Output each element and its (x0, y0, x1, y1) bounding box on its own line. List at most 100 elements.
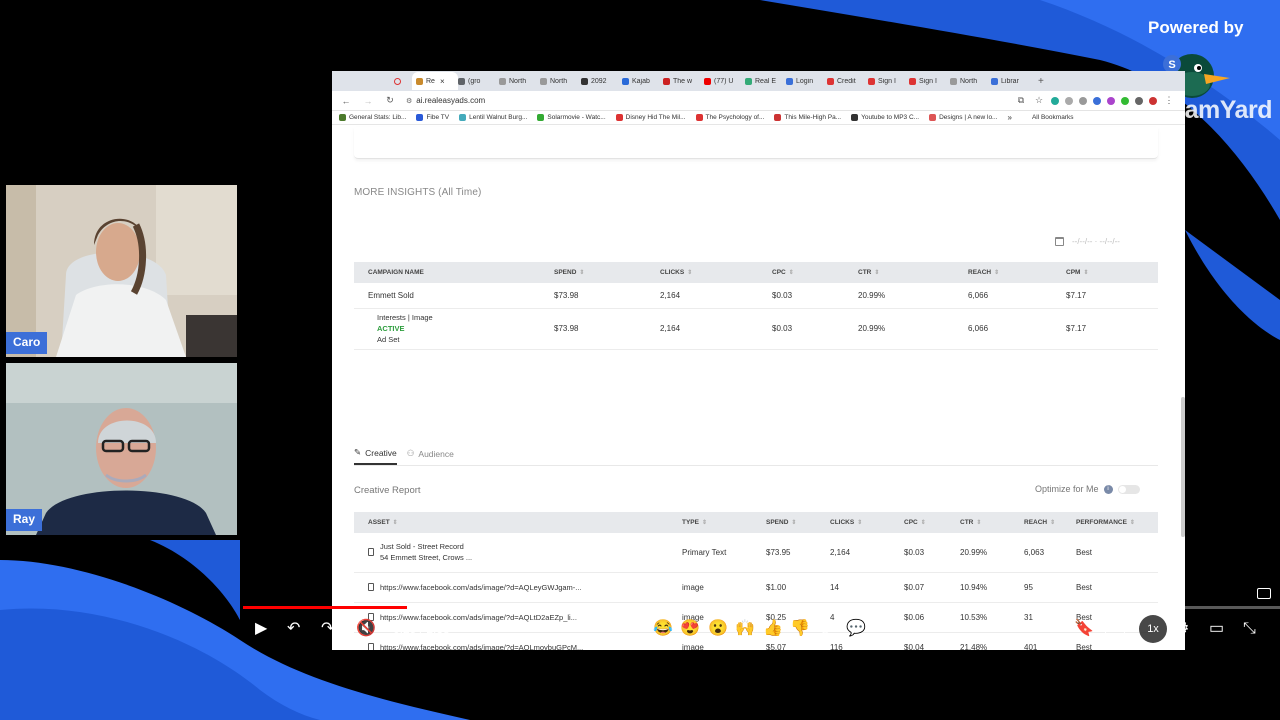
powered-by-label: Powered by (1148, 18, 1244, 37)
emoji-thumbs-down-button[interactable]: 👎 (790, 619, 810, 639)
browser-tab[interactable]: Sign I (909, 77, 950, 85)
browser-tab[interactable]: The w (663, 77, 704, 85)
extension-icon[interactable] (1065, 96, 1073, 105)
browser-tab[interactable]: 2092 (581, 77, 622, 85)
bookmarks-more-icon[interactable]: » (1007, 113, 1011, 122)
chat-icon[interactable]: 💬 (846, 619, 866, 639)
bookmark-item[interactable]: Designs | A new lo... (929, 114, 997, 121)
page-scrollbar[interactable] (1181, 397, 1185, 537)
captions-button[interactable]: CC (1105, 621, 1125, 635)
browser-tab[interactable]: North (950, 77, 991, 85)
tab-creative[interactable]: ✎ Creative (354, 447, 397, 465)
creative-reach: 6,063 (1024, 533, 1076, 573)
optimize-toggle[interactable] (1117, 484, 1140, 494)
emoji-thumbs-up-button[interactable]: 👍 (763, 619, 783, 639)
more-insights-title: MORE INSIGHTS (All Time) (354, 187, 482, 198)
new-tab-icon[interactable]: + (1038, 76, 1044, 87)
browser-tab[interactable]: Sign I (868, 77, 909, 85)
close-tab-icon[interactable]: × (440, 77, 445, 86)
bookmark-label: Lentil Walnut Burg... (469, 114, 528, 121)
browser-tab[interactable]: Credit (827, 77, 868, 85)
settings-gear-icon[interactable]: ⚙ (1175, 619, 1189, 639)
column-header[interactable]: ASSET ⇕ (354, 512, 682, 533)
extension-icon[interactable] (1135, 96, 1143, 105)
browser-tab[interactable]: Kajab (622, 77, 663, 85)
save-bookmark-icon[interactable]: 🔖 (1074, 619, 1094, 639)
emoji-raised-hands-button[interactable]: 🙌 (735, 619, 755, 639)
extension-icon[interactable] (1107, 96, 1115, 105)
column-header[interactable]: CTR ⇕ (858, 262, 968, 283)
reload-icon[interactable]: ↻ (384, 95, 396, 106)
bookmark-item[interactable]: Fibe TV (416, 114, 449, 121)
adset-row[interactable]: Interests | Image ACTIVE Ad Set $73.98 2… (354, 308, 1158, 350)
info-icon[interactable]: i (1103, 484, 1113, 494)
extension-icon[interactable] (1079, 96, 1087, 105)
column-header[interactable]: PERFORMANCE ⇕ (1076, 512, 1158, 533)
extension-icon[interactable] (1121, 96, 1129, 105)
bookmark-favicon-icon (929, 114, 937, 121)
tab-label: (77) U (714, 77, 734, 85)
bookmark-item[interactable]: Lentil Walnut Burg... (459, 114, 527, 121)
column-header[interactable]: CPM ⇕ (1066, 262, 1158, 283)
tab-audience[interactable]: ⚇ Audience (407, 447, 454, 465)
bookmark-item[interactable]: Disney Hid The Mil... (615, 114, 686, 121)
bookmark-label: The Psychology of... (705, 114, 765, 121)
bookmark-favicon-icon (537, 114, 545, 121)
copy-icon[interactable] (368, 548, 374, 557)
campaign-row[interactable]: Emmett Sold $73.98 2,164 $0.03 20.99% 6,… (354, 283, 1158, 309)
browser-tab[interactable]: North (540, 77, 581, 85)
url-field[interactable]: ⚙ ai.realeasyads.com (406, 96, 485, 105)
emoji-laugh-button[interactable]: 😂 (653, 619, 673, 639)
back-icon[interactable]: ← (340, 96, 352, 106)
column-header[interactable]: SPEND ⇕ (766, 512, 830, 533)
date-range-picker[interactable]: --/--/-- · --/--/-- (1052, 232, 1156, 250)
column-header[interactable]: CPC ⇕ (904, 512, 960, 533)
rewind-icon[interactable]: ↶ (287, 619, 300, 639)
browser-tab[interactable]: (gro (458, 77, 499, 85)
bookmark-item[interactable]: This Mile-High Pa... (774, 114, 841, 121)
emoji-heart-eyes-button[interactable]: 😍 (680, 619, 700, 639)
column-header[interactable]: SPEND ⇕ (554, 262, 660, 283)
extension-icon[interactable] (1149, 96, 1157, 105)
mute-icon[interactable]: 🔇 (356, 619, 376, 639)
emoji-surprised-button[interactable]: 😮 (708, 619, 728, 639)
site-settings-icon[interactable]: ⚙ (406, 97, 412, 105)
column-header[interactable]: CPC ⇕ (772, 262, 858, 283)
bookmark-star-icon[interactable]: ☆ (1033, 95, 1045, 106)
comment-icon[interactable] (1257, 588, 1271, 599)
menu-icon[interactable]: ⋮ (1163, 95, 1175, 106)
play-icon[interactable]: ▶ (255, 619, 267, 639)
adset-kind: Ad Set (377, 335, 400, 344)
browser-tab[interactable]: North (499, 77, 540, 85)
bookmark-item[interactable]: The Psychology of... (695, 114, 765, 121)
column-header[interactable]: CLICKS ⇕ (830, 512, 904, 533)
copy-icon[interactable] (368, 583, 374, 591)
browser-tab[interactable]: Re × (412, 72, 458, 90)
bookmark-item[interactable]: Youtube to MP3 C... (851, 114, 919, 121)
browser-tab[interactable]: (77) U (704, 77, 745, 85)
browser-tab[interactable]: Login (786, 77, 827, 85)
install-icon[interactable]: ⧉ (1015, 95, 1027, 106)
asset-name[interactable]: https://www.facebook.com/ads/image/?d=AQ… (380, 582, 582, 593)
forward-icon[interactable]: → (362, 96, 374, 106)
emoji-more-icon[interactable]: ☺ (817, 619, 833, 639)
column-header[interactable]: TYPE ⇕ (682, 512, 766, 533)
forward-icon[interactable]: ↷ (321, 619, 334, 639)
bookmark-item[interactable]: General Stats: Lib... (339, 114, 406, 121)
creative-row[interactable]: Just Sold - Street Record 54 Emmett Stree… (354, 533, 1158, 573)
creative-row[interactable]: https://www.facebook.com/ads/image/?d=AQ… (354, 572, 1158, 603)
column-header[interactable]: CAMPAIGN NAME (354, 262, 554, 283)
miniplayer-icon[interactable]: ▭ (1209, 619, 1224, 639)
playback-speed-button[interactable]: 1x (1139, 615, 1167, 643)
browser-tab[interactable]: Real E (745, 77, 786, 85)
browser-tab[interactable]: Librar (991, 77, 1032, 85)
bookmark-item[interactable]: Solarmovie - Watc... (537, 114, 606, 121)
column-header[interactable]: CTR ⇕ (960, 512, 1024, 533)
extension-icon[interactable] (1093, 96, 1101, 105)
all-bookmarks-link[interactable]: All Bookmarks (1032, 114, 1074, 121)
exit-fullscreen-icon[interactable]: ⤡ (1243, 619, 1256, 639)
column-header[interactable]: REACH ⇕ (1024, 512, 1076, 533)
column-header[interactable]: CLICKS ⇕ (660, 262, 772, 283)
column-header[interactable]: REACH ⇕ (968, 262, 1066, 283)
extension-icon[interactable] (1051, 96, 1059, 105)
